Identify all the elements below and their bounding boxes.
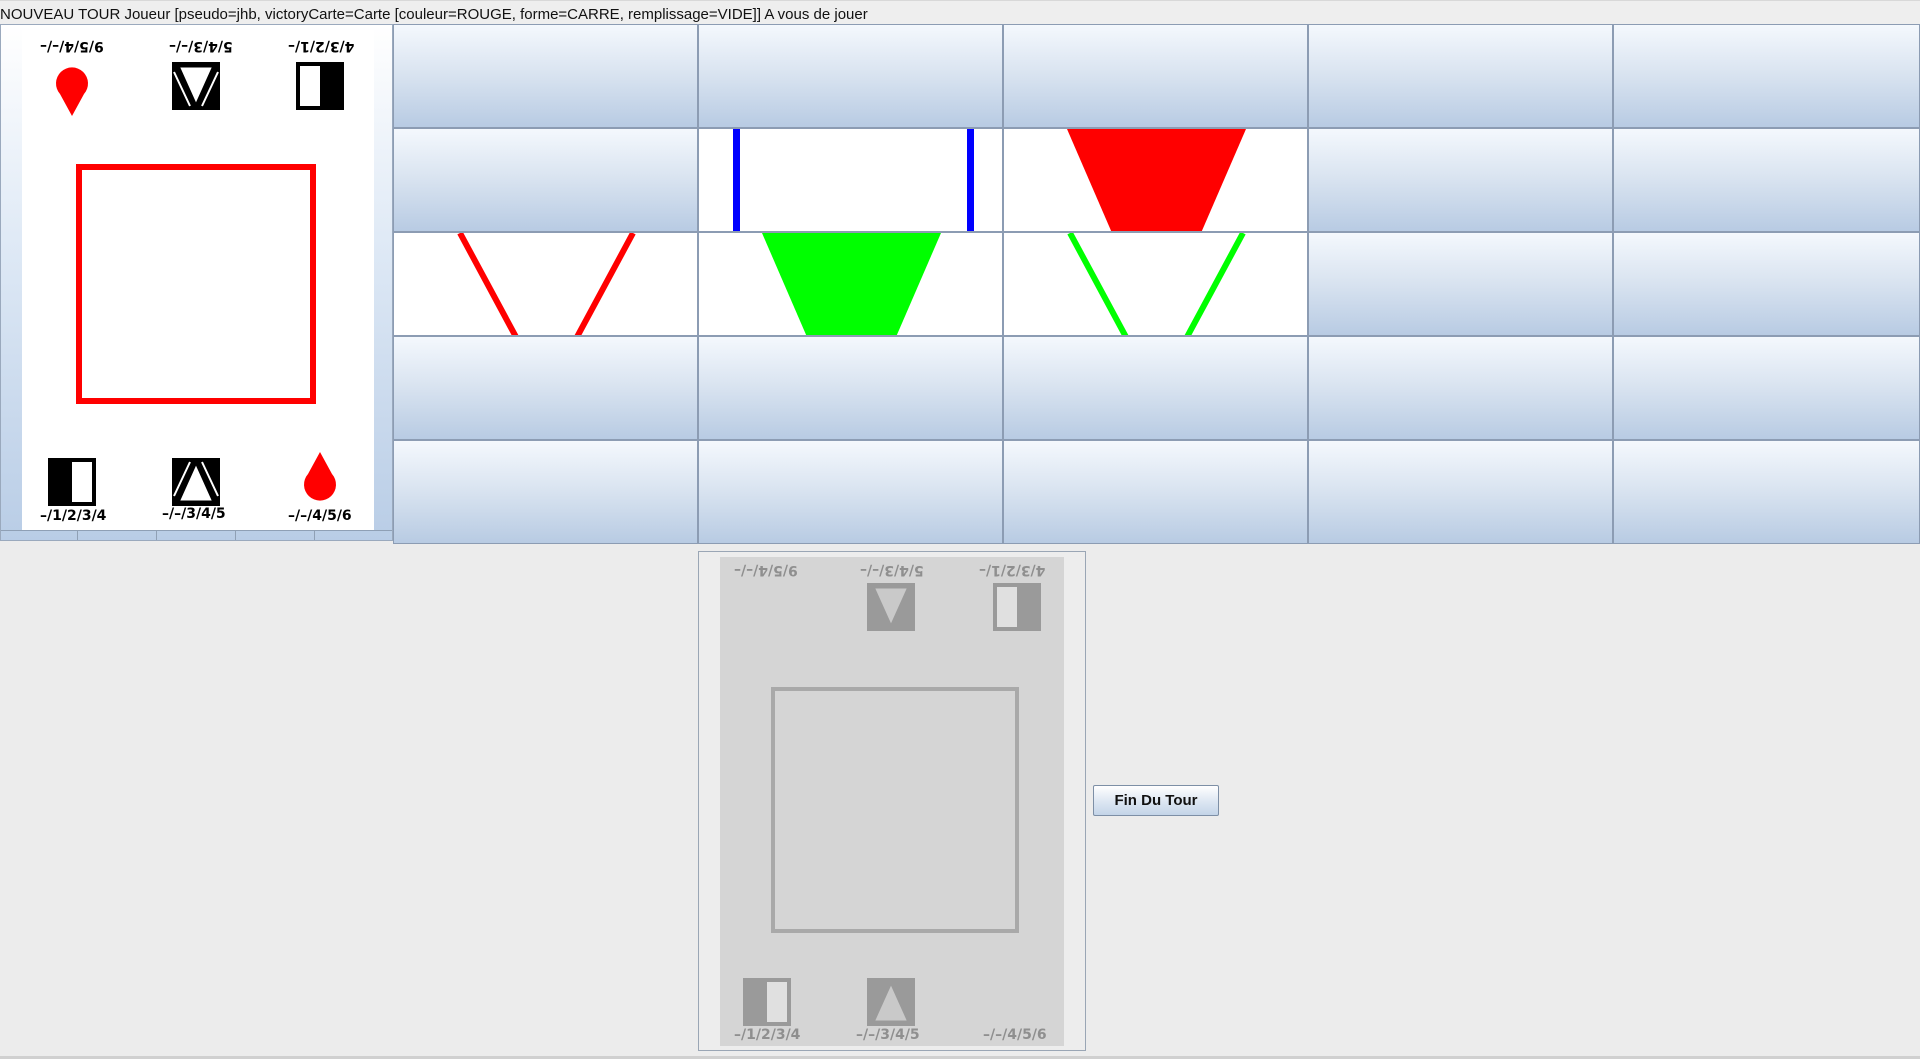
board-cell-r1-c3[interactable] bbox=[1308, 128, 1613, 232]
half-filled-rectangle-icon bbox=[993, 583, 1041, 631]
hand-card-face: 9/5/4/–/– 5/4/3/–/– 4/3/2/1/– –/1/2/3/4 … bbox=[720, 557, 1064, 1046]
hand-bottom-label-right: –/–/4/5/6 bbox=[983, 1027, 1047, 1043]
top-label-left: 9/5/4/–/– bbox=[40, 38, 104, 54]
board-cell-r0-c3[interactable] bbox=[1308, 24, 1613, 128]
board-cell-r1-c0[interactable] bbox=[393, 128, 698, 232]
half-filled-rectangle-icon bbox=[48, 458, 96, 506]
bottom-label-left: –/1/2/3/4 bbox=[40, 508, 107, 524]
bottom-label-right: –/–/4/5/6 bbox=[288, 508, 352, 524]
board-cell-r4-c1[interactable] bbox=[698, 440, 1003, 544]
board-cell-r4-c3[interactable] bbox=[1308, 440, 1613, 544]
drop-icon bbox=[56, 67, 88, 116]
board-cell-r3-c0[interactable] bbox=[393, 336, 698, 440]
triangle-hatched-icon bbox=[867, 978, 915, 1026]
triangle-filled-shape bbox=[762, 233, 941, 335]
board-cell-r2-c0[interactable] bbox=[393, 232, 698, 336]
board-cell-r2-c3[interactable] bbox=[1308, 232, 1613, 336]
bottom-label-center: –/–/3/4/5 bbox=[162, 506, 226, 522]
game-board bbox=[393, 24, 1920, 544]
board-cell-r1-c4[interactable] bbox=[1613, 128, 1920, 232]
triangle-hatched-icon bbox=[172, 62, 220, 110]
board-cell-r1-c1[interactable] bbox=[698, 128, 1003, 232]
board-cell-r0-c0[interactable] bbox=[393, 24, 698, 128]
rectangle-outline-shape bbox=[733, 129, 974, 231]
triangle-outline-shape bbox=[1067, 233, 1246, 335]
hand-top-label-center: 5/4/3/–/– bbox=[860, 562, 924, 578]
victory-square-shape bbox=[76, 164, 316, 404]
end-turn-button[interactable]: Fin Du Tour bbox=[1093, 785, 1219, 816]
triangle-outline-shape bbox=[457, 233, 636, 335]
board-cell-r0-c4[interactable] bbox=[1613, 24, 1920, 128]
hand-top-label-left: 9/5/4/–/– bbox=[734, 562, 798, 578]
board-cell-r4-c0[interactable] bbox=[393, 440, 698, 544]
top-label-center: 5/4/3/–/– bbox=[169, 38, 233, 54]
victory-card-panel: 9/5/4/–/– 5/4/3/–/– 4/3/2/1/– –/1/2/3/4 … bbox=[0, 24, 393, 541]
board-cell-r4-c2[interactable] bbox=[1003, 440, 1308, 544]
board-cell-r3-c1[interactable] bbox=[698, 336, 1003, 440]
board-cell-r3-c4[interactable] bbox=[1613, 336, 1920, 440]
triangle-filled-shape bbox=[1067, 129, 1246, 231]
board-cell-r3-c3[interactable] bbox=[1308, 336, 1613, 440]
board-cell-r2-c1[interactable] bbox=[698, 232, 1003, 336]
half-filled-rectangle-icon bbox=[296, 62, 344, 110]
hand-card[interactable]: 9/5/4/–/– 5/4/3/–/– 4/3/2/1/– –/1/2/3/4 … bbox=[698, 551, 1086, 1051]
triangle-hatched-icon bbox=[172, 458, 220, 506]
hand-bottom-label-left: –/1/2/3/4 bbox=[734, 1027, 801, 1043]
board-cell-r1-c2[interactable] bbox=[1003, 128, 1308, 232]
hand-square-shape bbox=[771, 687, 1019, 933]
status-message: NOUVEAU TOUR Joueur [pseudo=jhb, victory… bbox=[0, 0, 1920, 25]
board-cell-r2-c2[interactable] bbox=[1003, 232, 1308, 336]
top-label-right: 4/3/2/1/– bbox=[288, 38, 355, 54]
hand-bottom-label-center: –/–/3/4/5 bbox=[856, 1027, 920, 1043]
board-cell-r4-c4[interactable] bbox=[1613, 440, 1920, 544]
board-cell-r3-c2[interactable] bbox=[1003, 336, 1308, 440]
hand-top-label-right: 4/3/2/1/– bbox=[979, 562, 1046, 578]
half-filled-rectangle-icon bbox=[743, 978, 791, 1026]
victory-panel-tabs bbox=[1, 530, 392, 540]
triangle-hatched-icon bbox=[867, 583, 915, 631]
drop-icon bbox=[304, 452, 336, 501]
board-cell-r0-c2[interactable] bbox=[1003, 24, 1308, 128]
board-cell-r0-c1[interactable] bbox=[698, 24, 1003, 128]
board-cell-r2-c4[interactable] bbox=[1613, 232, 1920, 336]
victory-card: 9/5/4/–/– 5/4/3/–/– 4/3/2/1/– –/1/2/3/4 … bbox=[22, 30, 374, 530]
